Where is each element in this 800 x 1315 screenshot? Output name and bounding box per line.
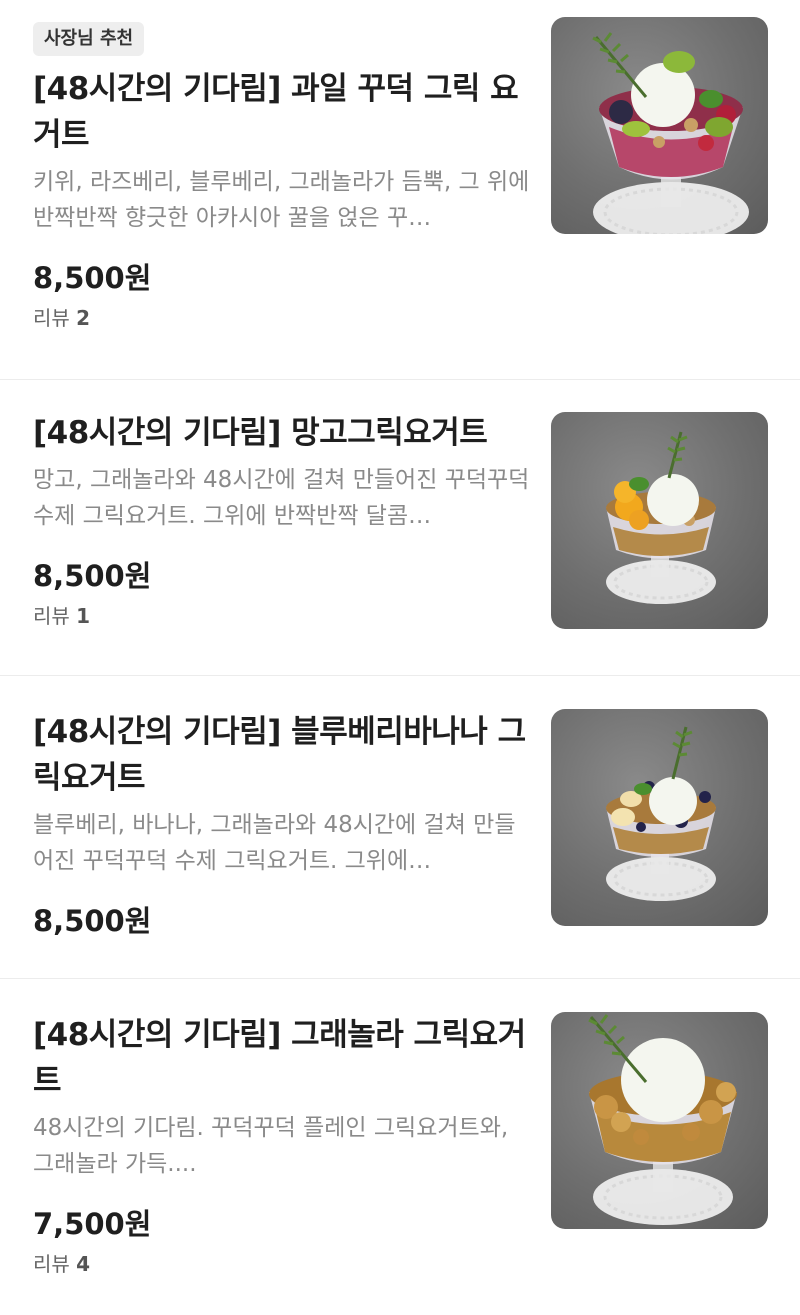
menu-item-description: 블루베리, 바나나, 그래놀라와 48시간에 걸쳐 만들어진 꾸덕꾸덕 수제 그…	[33, 812, 516, 874]
owner-recommend-badge: 사장님 추천	[33, 22, 145, 56]
review-label: 리뷰	[33, 1252, 70, 1276]
menu-item[interactable]: [48시간의 기다림] 망고그릭요거트 망고, 그래놀라와 48시간에 걸쳐 만…	[0, 380, 800, 676]
review-number: 4	[76, 1252, 91, 1276]
menu-list: 사장님 추천 [48시간의 기다림] 과일 꾸덕 그릭 요거트 키위, 라즈베리…	[0, 0, 800, 1315]
menu-item-price: 8,500원	[33, 559, 152, 593]
menu-item-title: [48시간의 기다림] 블루베리바나나 그릭요거트	[33, 714, 526, 796]
menu-item-title: [48시간의 기다림] 망고그릭요거트	[33, 415, 488, 451]
menu-item-description: 키위, 라즈베리, 블루베리, 그래놀라가 듬뿍, 그 위에 반짝반짝 향긋한 …	[33, 169, 530, 231]
blueberry-banana-yogurt-photo[interactable]	[551, 709, 768, 926]
review-number: 2	[76, 306, 91, 330]
granola-yogurt-photo[interactable]	[551, 1012, 768, 1229]
menu-item-description: 48시간의 기다림. 꾸덕꾸덕 플레인 그릭요거트와, 그래놀라 가득....	[33, 1115, 509, 1177]
menu-item[interactable]: 사장님 추천 [48시간의 기다림] 과일 꾸덕 그릭 요거트 키위, 라즈베리…	[0, 0, 800, 380]
menu-item-info: [48시간의 기다림] 망고그릭요거트 망고, 그래놀라와 48시간에 걸쳐 만…	[33, 410, 533, 630]
review-count: 리뷰 1	[33, 602, 533, 630]
mango-yogurt-photo[interactable]	[551, 412, 768, 629]
menu-item-price: 8,500원	[33, 904, 152, 938]
menu-item-info: 사장님 추천 [48시간의 기다림] 과일 꾸덕 그릭 요거트 키위, 라즈베리…	[33, 22, 533, 332]
fruit-yogurt-photo[interactable]	[551, 17, 768, 234]
menu-item[interactable]: [48시간의 기다림] 블루베리바나나 그릭요거트 블루베리, 바나나, 그래놀…	[0, 676, 800, 979]
review-label: 리뷰	[33, 306, 70, 330]
menu-item-info: [48시간의 기다림] 그래놀라 그릭요거트 48시간의 기다림. 꾸덕꾸덕 플…	[33, 1012, 533, 1278]
review-count: 리뷰 2	[33, 304, 533, 332]
menu-item[interactable]: [48시간의 기다림] 그래놀라 그릭요거트 48시간의 기다림. 꾸덕꾸덕 플…	[0, 979, 800, 1315]
menu-item-price: 7,500원	[33, 1207, 152, 1241]
menu-item-info: [48시간의 기다림] 블루베리바나나 그릭요거트 블루베리, 바나나, 그래놀…	[33, 709, 533, 941]
review-label: 리뷰	[33, 604, 70, 628]
review-count: 리뷰 4	[33, 1250, 533, 1278]
menu-item-price: 8,500원	[33, 261, 152, 295]
review-number: 1	[76, 604, 91, 628]
menu-item-title: [48시간의 기다림] 그래놀라 그릭요거트	[33, 1017, 526, 1099]
menu-item-description: 망고, 그래놀라와 48시간에 걸쳐 만들어진 꾸덕꾸덕 수제 그릭요거트. 그…	[33, 467, 530, 529]
menu-item-title: [48시간의 기다림] 과일 꾸덕 그릭 요거트	[33, 71, 519, 153]
